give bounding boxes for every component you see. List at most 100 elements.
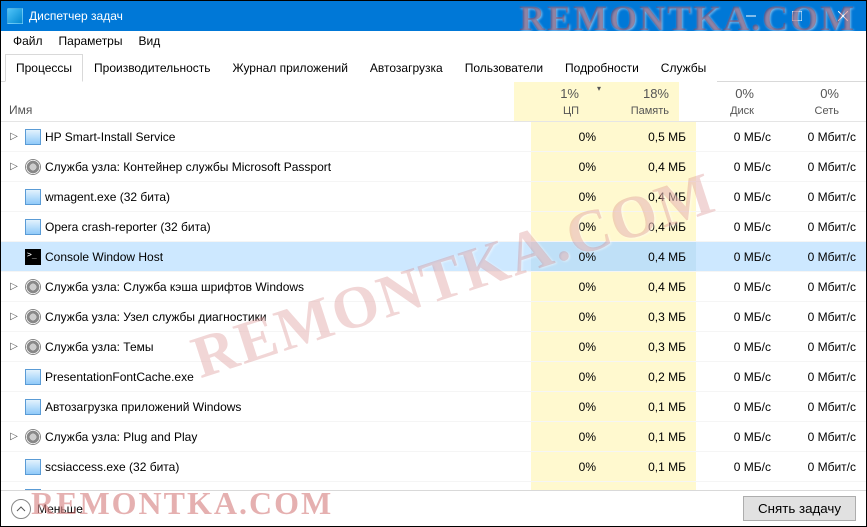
process-name: Служба узла: Plug and Play — [45, 430, 197, 444]
network-value: 0 Мбит/с — [781, 302, 866, 331]
column-disk[interactable]: 0% Диск — [679, 82, 764, 121]
process-list[interactable]: ▷HP Smart-Install Service0%0,5 МБ0 МБ/с0… — [1, 122, 866, 514]
network-value: 0 Мбит/с — [781, 332, 866, 361]
memory-value: 0,1 МБ — [606, 392, 696, 421]
expand-icon[interactable]: ▷ — [7, 160, 21, 174]
tab-users[interactable]: Пользователи — [454, 54, 554, 82]
cpu-value: 0% — [531, 332, 606, 361]
process-row[interactable]: ▷Console Window Host0%0,4 МБ0 МБ/с0 Мбит… — [1, 242, 866, 272]
memory-value: 0,1 МБ — [606, 452, 696, 481]
process-name-cell: ▷ HP Smart-Install Service — [1, 129, 531, 145]
process-name-cell: ▷PresentationFontCache.exe — [1, 369, 531, 385]
cpu-value: 0% — [531, 422, 606, 451]
disk-value: 0 МБ/с — [696, 122, 781, 151]
columns-header: Имя 1% ЦП ▾ 18% Память 0% Диск 0% Сеть — [1, 82, 866, 122]
disk-value: 0 МБ/с — [696, 452, 781, 481]
minimize-button[interactable] — [728, 1, 774, 31]
process-row[interactable]: ▷wmagent.exe (32 бита)0%0,4 МБ0 МБ/с0 Мб… — [1, 182, 866, 212]
memory-value: 0,3 МБ — [606, 332, 696, 361]
column-name[interactable]: Имя — [1, 82, 514, 121]
column-cpu[interactable]: 1% ЦП — [514, 82, 589, 121]
process-row[interactable]: ▷Opera crash-reporter (32 бита)0%0,4 МБ0… — [1, 212, 866, 242]
disk-value: 0 МБ/с — [696, 182, 781, 211]
process-icon — [25, 309, 41, 325]
close-button[interactable] — [820, 1, 866, 31]
cpu-value: 0% — [531, 362, 606, 391]
network-value: 0 Мбит/с — [781, 182, 866, 211]
network-value: 0 Мбит/с — [781, 452, 866, 481]
expand-icon[interactable]: ▷ — [7, 280, 21, 294]
disk-value: 0 МБ/с — [696, 212, 781, 241]
column-memory[interactable]: ▾ 18% Память — [589, 82, 679, 121]
network-value: 0 Мбит/с — [781, 272, 866, 301]
cpu-value: 0% — [531, 242, 606, 271]
process-row[interactable]: ▷PresentationFontCache.exe0%0,2 МБ0 МБ/с… — [1, 362, 866, 392]
cpu-value: 0% — [531, 122, 606, 151]
process-icon — [25, 249, 41, 265]
process-icon — [25, 399, 41, 415]
sort-desc-icon: ▾ — [597, 84, 601, 93]
window-title: Диспетчер задач — [29, 9, 728, 23]
cpu-value: 0% — [531, 452, 606, 481]
disk-value: 0 МБ/с — [696, 272, 781, 301]
process-icon — [25, 429, 41, 445]
expand-icon[interactable]: ▷ — [7, 340, 21, 354]
process-name: Служба узла: Служба кэша шрифтов Windows — [45, 280, 304, 294]
process-name-cell: ▷Opera crash-reporter (32 бита) — [1, 219, 531, 235]
process-name: HP Smart-Install Service — [45, 130, 175, 144]
cpu-value: 0% — [531, 152, 606, 181]
column-network[interactable]: 0% Сеть — [764, 82, 849, 121]
process-row[interactable]: ▷Служба узла: Узел службы диагностики0%0… — [1, 302, 866, 332]
process-icon — [25, 219, 41, 235]
tab-performance[interactable]: Производительность — [83, 54, 221, 82]
tab-services[interactable]: Службы — [650, 54, 717, 82]
disk-value: 0 МБ/с — [696, 392, 781, 421]
process-name: Служба узла: Контейнер службы Microsoft … — [45, 160, 331, 174]
fewer-details-button[interactable]: Меньше — [11, 499, 83, 519]
maximize-button[interactable] — [774, 1, 820, 31]
process-name: wmagent.exe (32 бита) — [45, 190, 170, 204]
process-row[interactable]: ▷ Служба узла: Контейнер службы Microsoft… — [1, 152, 866, 182]
tab-processes[interactable]: Процессы — [5, 54, 83, 82]
tab-app-history[interactable]: Журнал приложений — [222, 54, 359, 82]
cpu-value: 0% — [531, 272, 606, 301]
memory-value: 0,4 МБ — [606, 272, 696, 301]
process-name: scsiaccess.exe (32 бита) — [45, 460, 179, 474]
process-name: PresentationFontCache.exe — [45, 370, 194, 384]
process-icon — [25, 279, 41, 295]
process-name-cell: ▷Console Window Host — [1, 249, 531, 265]
process-row[interactable]: ▷scsiaccess.exe (32 бита)0%0,1 МБ0 МБ/с0… — [1, 452, 866, 482]
process-row[interactable]: ▷Автозагрузка приложений Windows0%0,1 МБ… — [1, 392, 866, 422]
menu-file[interactable]: Файл — [5, 32, 51, 50]
menu-parameters[interactable]: Параметры — [51, 32, 131, 50]
tab-startup[interactable]: Автозагрузка — [359, 54, 454, 82]
disk-value: 0 МБ/с — [696, 362, 781, 391]
cpu-value: 0% — [531, 302, 606, 331]
network-value: 0 Мбит/с — [781, 362, 866, 391]
process-name: Служба узла: Темы — [45, 340, 154, 354]
disk-value: 0 МБ/с — [696, 152, 781, 181]
expand-icon[interactable]: ▷ — [7, 430, 21, 444]
cpu-value: 0% — [531, 212, 606, 241]
expand-icon[interactable]: ▷ — [7, 130, 21, 144]
process-row[interactable]: ▷Служба узла: Plug and Play0%0,1 МБ0 МБ/… — [1, 422, 866, 452]
disk-value: 0 МБ/с — [696, 422, 781, 451]
process-row[interactable]: ▷ Служба узла: Служба кэша шрифтов Window… — [1, 272, 866, 302]
memory-value: 0,5 МБ — [606, 122, 696, 151]
network-value: 0 Мбит/с — [781, 122, 866, 151]
tabs: Процессы Производительность Журнал прило… — [1, 53, 866, 82]
app-icon — [7, 8, 23, 24]
process-name: Console Window Host — [45, 250, 163, 264]
tab-details[interactable]: Подробности — [554, 54, 650, 82]
titlebar[interactable]: Диспетчер задач — [1, 1, 866, 31]
process-icon — [25, 159, 41, 175]
network-value: 0 Мбит/с — [781, 242, 866, 271]
memory-value: 0,4 МБ — [606, 182, 696, 211]
end-task-button[interactable]: Снять задачу — [743, 496, 856, 521]
network-value: 0 Мбит/с — [781, 212, 866, 241]
expand-icon[interactable]: ▷ — [7, 310, 21, 324]
process-row[interactable]: ▷ HP Smart-Install Service 0%0,5 МБ0 МБ/с0… — [1, 122, 866, 152]
process-row[interactable]: ▷Служба узла: Темы0%0,3 МБ0 МБ/с0 Мбит/с — [1, 332, 866, 362]
process-name-cell: ▷Автозагрузка приложений Windows — [1, 399, 531, 415]
menu-view[interactable]: Вид — [130, 32, 168, 50]
